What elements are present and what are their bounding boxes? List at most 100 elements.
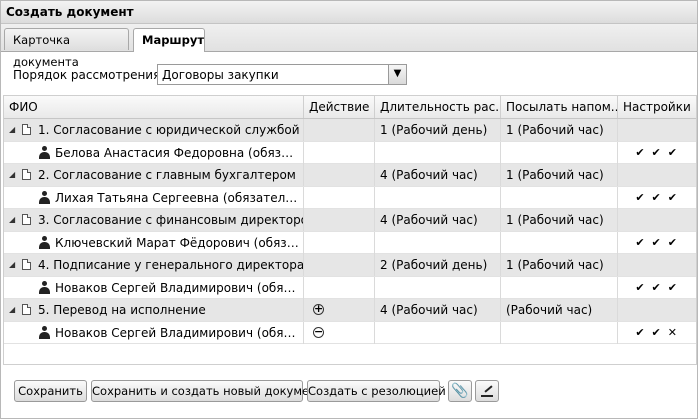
action-cell [304,186,375,209]
user-icon [39,325,50,339]
duration-cell: 4 (Рабочий час) [375,299,501,321]
collapse-triangle-icon[interactable]: ◢ [9,209,15,231]
collapse-triangle-icon[interactable]: ◢ [9,119,15,141]
save-button[interactable]: Сохранить [14,380,87,402]
step-title: 5. Перевод на исполнение [38,303,206,317]
duration-cell: 1 (Рабочий день) [375,119,501,141]
reminder-cell [501,276,618,299]
action-cell [304,164,375,186]
reminder-cell: 1 (Рабочий час) [501,119,618,141]
column-header-action[interactable]: Действие [304,96,375,118]
participant-name: Новаков Сергей Владимирович (обязате... [55,280,300,295]
route-step-row[interactable]: ◢ 3. Согласование с финансовым директоро… [4,209,696,232]
participant-name: Белова Анастасия Федоровна (обязате... [55,145,300,160]
settings-cell [618,119,696,141]
user-icon [39,235,50,249]
bottom-toolbar: Сохранить Сохранить и создать новый доку… [1,373,697,417]
route-step-row[interactable]: ◢ 1. Согласование с юридической службой … [4,119,696,142]
settings-check-icons[interactable]: ✔✔✕ [635,322,684,344]
settings-cell [618,254,696,276]
route-step-row[interactable]: ◢ 2. Согласование с главным бухгалтером … [4,164,696,187]
route-participant-row[interactable]: Новаков Сергей Владимирович (обязате... … [4,276,696,299]
document-icon [22,124,31,135]
tab-strip: Карточка документа Маршрут [1,24,697,69]
chevron-down-icon[interactable]: ▼ [388,65,406,84]
paperclip-icon: 📎 [451,383,469,399]
create-with-resolution-button[interactable]: Создать с резолюцией [307,380,446,402]
collapse-triangle-icon[interactable]: ◢ [9,164,15,186]
step-title: 3. Согласование с финансовым директором [38,213,304,227]
document-icon [22,259,31,270]
attach-button[interactable]: 📎 [448,380,472,402]
action-cell [304,276,375,299]
column-header-fio[interactable]: ФИО [4,96,304,118]
participant-name: Новаков Сергей Владимирович (обязате... [55,325,300,340]
route-order-select[interactable]: Договоры закупки ▼ [157,64,407,85]
duration-cell [375,186,501,209]
reminder-cell [501,321,618,344]
tab-route[interactable]: Маршрут [133,28,205,52]
settings-cell[interactable]: ✔✔✔ [618,187,696,209]
settings-cell[interactable]: ✔✔✕ [618,322,696,344]
reminder-cell: 1 (Рабочий час) [501,164,618,186]
duration-cell [375,231,501,254]
settings-check-icons[interactable]: ✔✔✔ [635,187,684,209]
action-cell [304,209,375,231]
reminder-cell: 1 (Рабочий час) [501,209,618,231]
route-order-label: Порядок рассмотрения: [13,68,165,82]
duration-cell: 2 (Рабочий день) [375,254,501,276]
route-participant-row[interactable]: Новаков Сергей Владимирович (обязате... … [4,321,696,344]
grid-header: ФИО Действие Длительность рас... Посылат… [4,96,696,119]
window-title: Создать документ [1,1,697,24]
step-title: 4. Подписание у генерального директора [38,258,304,272]
settings-check-icons[interactable]: ✔✔✔ [635,232,684,254]
action-cell: + [304,299,375,321]
settings-cell [618,299,696,321]
settings-cell [618,164,696,186]
plus-circle-icon[interactable]: + [313,303,324,315]
route-step-row[interactable]: ◢ 5. Перевод на исполнение + 4 (Рабочий … [4,299,696,322]
minus-circle-icon[interactable]: − [313,326,324,338]
document-icon [22,304,31,315]
route-participant-row[interactable]: Белова Анастасия Федоровна (обязате... ✔… [4,141,696,164]
tab-document-card[interactable]: Карточка документа [4,28,129,69]
column-header-duration[interactable]: Длительность рас... [375,96,501,118]
reminder-cell: (Рабочий час) [501,299,618,321]
action-cell [304,141,375,164]
step-title: 1. Согласование с юридической службой [38,123,300,137]
settings-check-icons[interactable]: ✔✔✔ [635,142,684,164]
settings-cell[interactable]: ✔✔✔ [618,277,696,299]
column-header-settings[interactable]: Настройки [618,96,696,118]
save-and-create-new-button[interactable]: Сохранить и создать новый документ [91,380,323,402]
duration-cell: 4 (Рабочий час) [375,209,501,231]
action-cell: − [304,321,375,344]
participant-name: Лихая Татьяна Сергеевна (обязательно ... [55,190,300,205]
duration-cell: 4 (Рабочий час) [375,164,501,186]
user-icon [39,190,50,204]
settings-check-icons[interactable]: ✔✔✔ [635,277,684,299]
reminder-cell [501,186,618,209]
duration-cell [375,276,501,299]
route-participant-row[interactable]: Лихая Татьяна Сергеевна (обязательно ...… [4,186,696,209]
duration-cell [375,321,501,344]
column-header-reminder[interactable]: Посылать напом... [501,96,618,118]
reminder-cell: 1 (Рабочий час) [501,254,618,276]
user-icon [39,145,50,159]
action-cell [304,254,375,276]
user-icon [39,280,50,294]
route-participant-row[interactable]: Ключевский Марат Фёдорович (обязате... ✔… [4,231,696,254]
participant-name: Ключевский Марат Фёдорович (обязате... [55,235,300,250]
collapse-triangle-icon[interactable]: ◢ [9,254,15,276]
route-step-row[interactable]: ◢ 4. Подписание у генерального директора… [4,254,696,277]
signature-icon [481,387,493,397]
collapse-triangle-icon[interactable]: ◢ [9,299,15,321]
action-cell [304,231,375,254]
settings-cell[interactable]: ✔✔✔ [618,142,696,164]
settings-cell[interactable]: ✔✔✔ [618,232,696,254]
document-icon [22,214,31,225]
sign-button[interactable] [475,380,499,402]
create-document-window: Создать документ Карточка документа Марш… [0,0,698,419]
document-icon [22,169,31,180]
action-cell [304,119,375,141]
step-title: 2. Согласование с главным бухгалтером [38,168,296,182]
